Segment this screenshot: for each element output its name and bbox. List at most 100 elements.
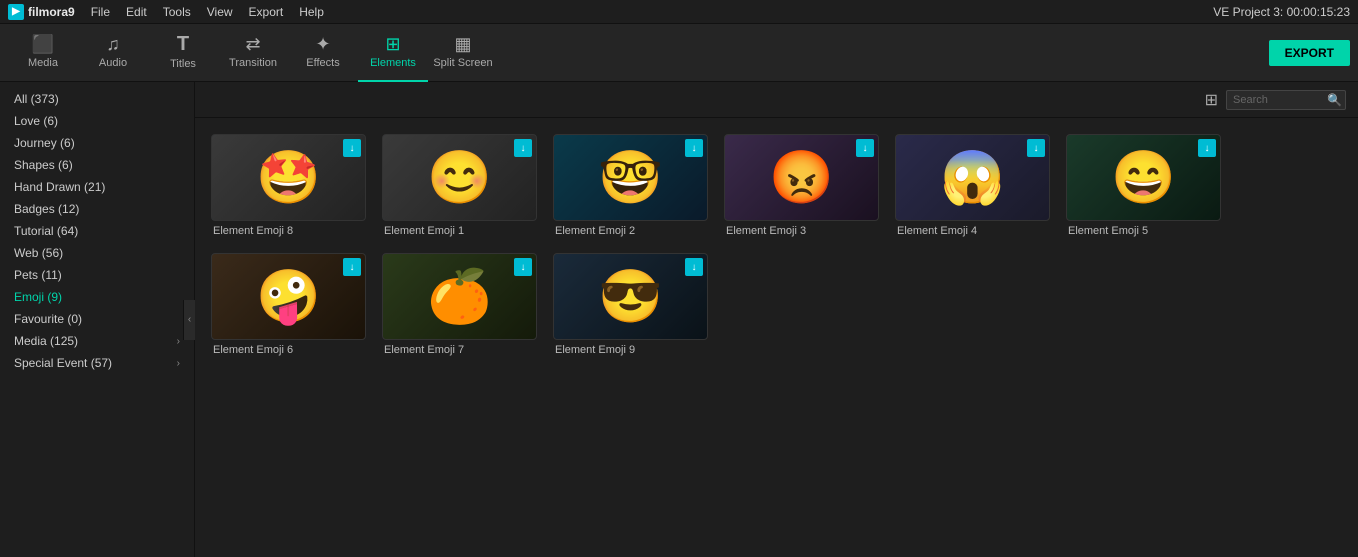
thumb-1: 🤩 ↓: [211, 134, 366, 221]
sidebar-item-favourite[interactable]: Favourite (0): [0, 308, 194, 330]
grid-item-7[interactable]: 🤪 ↓ Element Emoji 6: [211, 253, 366, 356]
grid-item-4[interactable]: 😡 ↓ Element Emoji 3: [724, 134, 879, 237]
item-label-9: Element Emoji 9: [553, 344, 708, 356]
toolbar-transition[interactable]: ⇄ Transition: [218, 24, 288, 82]
toolbar-audio-label: Audio: [99, 57, 127, 69]
audio-icon: ♫: [106, 35, 120, 53]
sidebar-item-web[interactable]: Web (56): [0, 242, 194, 264]
menu-bar: ▶ filmora9 File Edit Tools View Export H…: [0, 0, 1358, 24]
effects-icon: ✦: [315, 35, 330, 53]
grid-item-2[interactable]: 😊 ↓ Element Emoji 1: [382, 134, 537, 237]
menu-help[interactable]: Help: [299, 5, 324, 19]
grid-item-1[interactable]: 🤩 ↓ Element Emoji 8: [211, 134, 366, 237]
toolbar-elements-label: Elements: [370, 57, 416, 69]
grid-view-icon[interactable]: ⊞: [1205, 90, 1218, 110]
emoji-2: 🤓: [598, 147, 663, 208]
thumb-4: 😡 ↓: [724, 134, 879, 221]
download-badge-5: ↓: [1027, 139, 1045, 157]
project-info: VE Project 3: 00:00:15:23: [1213, 5, 1350, 19]
download-badge-2: ↓: [514, 139, 532, 157]
item-label-4: Element Emoji 3: [724, 225, 879, 237]
content-area: ⊞ 🔍 🤩 ↓ Element Emoji 8: [195, 82, 1358, 557]
thumb-6: 😄 ↓: [1066, 134, 1221, 221]
sidebar-item-special[interactable]: Special Event (57) ›: [0, 352, 194, 374]
download-badge-6: ↓: [1198, 139, 1216, 157]
toolbar-splitscreen[interactable]: ▦ Split Screen: [428, 24, 498, 82]
logo-icon: ▶: [8, 4, 24, 20]
emoji-6: 🤪: [256, 266, 321, 327]
menu-tools[interactable]: Tools: [163, 5, 191, 19]
thumb-5: 😱 ↓: [895, 134, 1050, 221]
sidebar-item-handdrawn[interactable]: Hand Drawn (21): [0, 176, 194, 198]
thumb-3: 🤓 ↓: [553, 134, 708, 221]
thumb-8: 🍊 ↓: [382, 253, 537, 340]
item-label-1: Element Emoji 8: [211, 225, 366, 237]
item-label-8: Element Emoji 7: [382, 344, 537, 356]
search-box: 🔍: [1226, 90, 1346, 110]
grid-area: 🤩 ↓ Element Emoji 8 😊 ↓ Element Emoji 1: [195, 118, 1358, 557]
emoji-7: 🍊: [427, 266, 492, 327]
menu-edit[interactable]: Edit: [126, 5, 147, 19]
emoji-1: 😊: [427, 147, 492, 208]
download-badge-8: ↓: [514, 258, 532, 276]
media-icon: ⬛: [32, 35, 54, 53]
download-badge-4: ↓: [856, 139, 874, 157]
sidebar-item-emoji[interactable]: Emoji (9): [0, 286, 194, 308]
toolbar-titles-label: Titles: [170, 58, 196, 70]
grid-item-8[interactable]: 🍊 ↓ Element Emoji 7: [382, 253, 537, 356]
sidebar-item-tutorial[interactable]: Tutorial (64): [0, 220, 194, 242]
emoji-9: 😎: [598, 266, 663, 327]
elements-icon: ⊞: [385, 35, 400, 53]
toolbar-titles[interactable]: T Titles: [148, 24, 218, 82]
app-logo: ▶ filmora9: [8, 4, 75, 20]
toolbar-media[interactable]: ⬛ Media: [8, 24, 78, 82]
media-arrow-icon: ›: [177, 336, 180, 347]
sidebar-item-shapes[interactable]: Shapes (6): [0, 154, 194, 176]
search-input[interactable]: [1233, 94, 1323, 106]
emoji-8: 🤩: [256, 147, 321, 208]
sidebar-item-badges[interactable]: Badges (12): [0, 198, 194, 220]
toolbar-right: EXPORT: [1269, 40, 1350, 66]
item-label-2: Element Emoji 1: [382, 225, 537, 237]
search-icon[interactable]: 🔍: [1327, 93, 1342, 107]
item-label-6: Element Emoji 5: [1066, 225, 1221, 237]
download-badge-9: ↓: [685, 258, 703, 276]
toolbar-effects[interactable]: ✦ Effects: [288, 24, 358, 82]
download-badge-7: ↓: [343, 258, 361, 276]
menu-view[interactable]: View: [207, 5, 233, 19]
content-toolbar: ⊞ 🔍: [195, 82, 1358, 118]
toolbar-audio[interactable]: ♫ Audio: [78, 24, 148, 82]
emoji-4: 😱: [940, 147, 1005, 208]
sidebar-item-media[interactable]: Media (125) ›: [0, 330, 194, 352]
app-name: filmora9: [28, 5, 75, 19]
sidebar-item-love[interactable]: Love (6): [0, 110, 194, 132]
titles-icon: T: [177, 34, 189, 54]
download-badge-1: ↓: [343, 139, 361, 157]
sidebar: All (373) Love (6) Journey (6) Shapes (6…: [0, 82, 195, 557]
thumb-9: 😎 ↓: [553, 253, 708, 340]
sidebar-item-pets[interactable]: Pets (11): [0, 264, 194, 286]
grid-item-6[interactable]: 😄 ↓ Element Emoji 5: [1066, 134, 1221, 237]
emoji-5: 😄: [1111, 147, 1176, 208]
splitscreen-icon: ▦: [454, 35, 471, 53]
export-button[interactable]: EXPORT: [1269, 40, 1350, 66]
item-label-7: Element Emoji 6: [211, 344, 366, 356]
toolbar-elements[interactable]: ⊞ Elements: [358, 24, 428, 82]
sidebar-item-all[interactable]: All (373): [0, 88, 194, 110]
main-area: All (373) Love (6) Journey (6) Shapes (6…: [0, 82, 1358, 557]
grid-item-3[interactable]: 🤓 ↓ Element Emoji 2: [553, 134, 708, 237]
menu-file[interactable]: File: [91, 5, 110, 19]
item-label-3: Element Emoji 2: [553, 225, 708, 237]
sidebar-collapse-button[interactable]: ‹: [183, 300, 195, 340]
download-badge-3: ↓: [685, 139, 703, 157]
toolbar-transition-label: Transition: [229, 57, 277, 69]
sidebar-item-journey[interactable]: Journey (6): [0, 132, 194, 154]
grid-item-5[interactable]: 😱 ↓ Element Emoji 4: [895, 134, 1050, 237]
thumb-2: 😊 ↓: [382, 134, 537, 221]
elements-grid: 🤩 ↓ Element Emoji 8 😊 ↓ Element Emoji 1: [211, 134, 1342, 356]
special-arrow-icon: ›: [177, 358, 180, 369]
toolbar-splitscreen-label: Split Screen: [433, 57, 492, 69]
menu-export[interactable]: Export: [249, 5, 284, 19]
grid-item-9[interactable]: 😎 ↓ Element Emoji 9: [553, 253, 708, 356]
toolbar-effects-label: Effects: [306, 57, 339, 69]
